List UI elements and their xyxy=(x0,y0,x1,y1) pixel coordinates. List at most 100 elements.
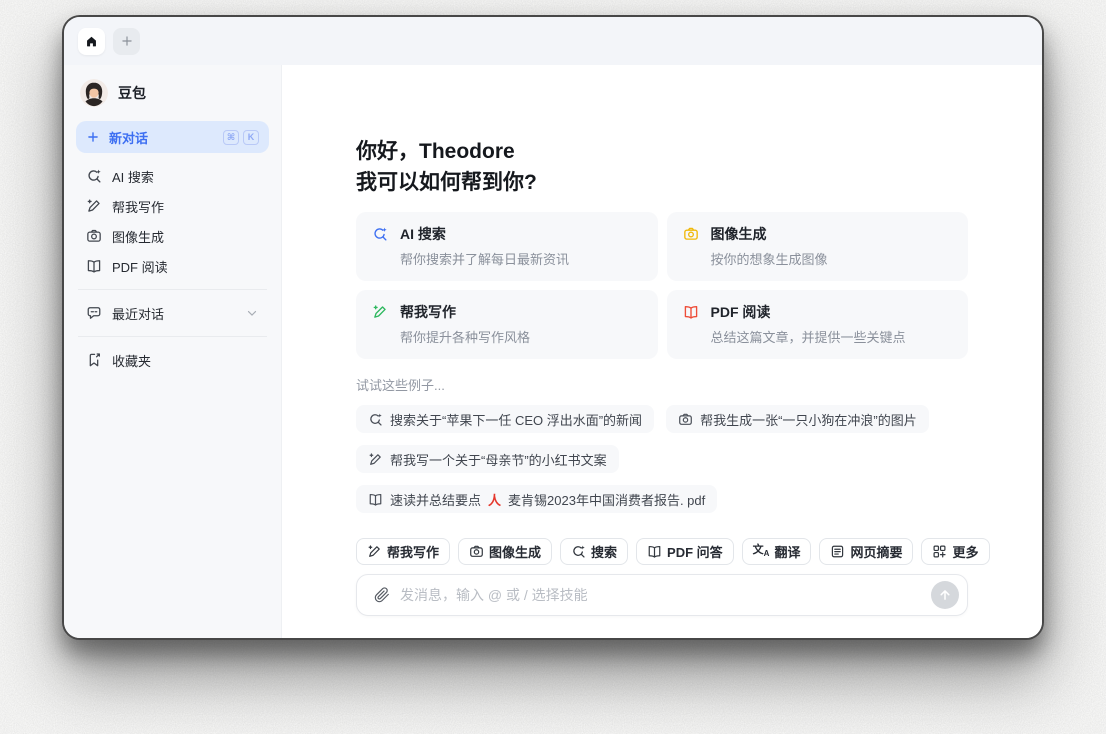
feature-card-grid: AI 搜索 帮你搜索并了解每日最新资讯 图像生成 按你的想象生成图像 帮我写作 … xyxy=(356,212,968,359)
paperclip-icon xyxy=(374,587,390,603)
pdf-read-icon xyxy=(647,544,662,559)
card-description: 帮你搜索并了解每日最新资讯 xyxy=(400,252,570,267)
sidebar-item-label: AI 搜索 xyxy=(112,169,154,185)
recent-chats-icon xyxy=(86,305,102,321)
plus-icon xyxy=(120,34,134,48)
sidebar-item-label: 最近对话 xyxy=(112,306,165,322)
greeting-line1: 你好，Theodore xyxy=(356,140,515,163)
divider xyxy=(78,336,267,337)
write-icon xyxy=(368,452,383,467)
new-tab-button[interactable] xyxy=(113,27,140,55)
example-chip-write-post[interactable]: 帮我写一个关于“母亲节”的小红书文案 xyxy=(356,445,619,473)
example-chips: 搜索关于“苹果下一任 CEO 浮出水面”的新闻 帮我生成一张“一只小狗在冲浪”的… xyxy=(356,405,968,513)
ai-search-icon xyxy=(86,168,102,184)
avatar xyxy=(80,79,108,107)
chip-attachment-name: 麦肯锡2023年中国消费者报告. pdf xyxy=(508,492,706,508)
webpage-summary-icon xyxy=(830,544,845,559)
skill-label: PDF 问答 xyxy=(667,545,723,560)
sidebar: 豆包 新对话 ⌘ K AI 搜索 帮我写作 图像生成 PDF 阅读 最近对话 收… xyxy=(64,65,282,638)
skill-label: 更多 xyxy=(952,545,979,560)
favorites-icon xyxy=(86,352,102,368)
feature-card-image-gen[interactable]: 图像生成 按你的想象生成图像 xyxy=(666,212,968,281)
sidebar-item-label: PDF 阅读 xyxy=(112,259,168,275)
new-chat-button[interactable]: 新对话 ⌘ K xyxy=(76,121,269,153)
sidebar-item-favorites[interactable]: 收藏夹 xyxy=(76,345,269,375)
arrow-up-icon xyxy=(938,588,952,602)
feature-card-write[interactable]: 帮我写作 帮你提升各种写作风格 xyxy=(356,290,658,359)
chevron-down-icon xyxy=(245,306,259,320)
greeting-line2: 我可以如何帮到你? xyxy=(356,171,537,194)
shortcut-badge: ⌘ K xyxy=(223,129,259,145)
image-gen-icon xyxy=(678,412,693,427)
chip-label: 帮我写一个关于“母亲节”的小红书文案 xyxy=(390,452,607,468)
sidebar-item-write[interactable]: 帮我写作 xyxy=(76,191,269,221)
more-icon xyxy=(932,544,947,559)
card-description: 总结这篇文章，并提供一些关键点 xyxy=(710,330,906,345)
example-chip-search-news[interactable]: 搜索关于“苹果下一任 CEO 浮出水面”的新闻 xyxy=(356,405,655,433)
pdf-read-icon xyxy=(86,258,102,274)
divider xyxy=(78,289,267,290)
example-chip-generate-image[interactable]: 帮我生成一张“一只小狗在冲浪”的图片 xyxy=(666,405,929,433)
window-tab-bar xyxy=(64,17,1042,65)
message-input-bar[interactable] xyxy=(356,574,968,616)
write-icon xyxy=(367,544,382,559)
new-chat-label: 新对话 xyxy=(109,130,149,146)
card-title: 图像生成 xyxy=(710,226,767,242)
sidebar-item-image-gen[interactable]: 图像生成 xyxy=(76,221,269,251)
skill-chip-webpage-summary[interactable]: 网页摘要 xyxy=(819,538,914,565)
chip-label: 帮我生成一张“一只小狗在冲浪”的图片 xyxy=(700,412,917,428)
composer: 帮我写作 图像生成 搜索 PDF 问答 文A 翻译 网页摘要 更多 发消息，输入… xyxy=(356,538,990,616)
k-key: K xyxy=(243,129,259,145)
skill-label: 搜索 xyxy=(591,545,618,560)
search-icon xyxy=(571,544,586,559)
examples-label: 试试这些例子... xyxy=(356,378,445,393)
chip-label: 速读并总结要点 xyxy=(390,492,482,508)
profile-button[interactable]: 豆包 xyxy=(76,75,269,121)
plus-icon xyxy=(86,130,100,144)
message-input[interactable] xyxy=(400,587,931,603)
tab-home[interactable] xyxy=(78,27,105,55)
skill-chip-write[interactable]: 帮我写作 xyxy=(356,538,451,565)
skill-toolbar: 帮我写作 图像生成 搜索 PDF 问答 文A 翻译 网页摘要 更多 xyxy=(356,538,990,565)
attach-button[interactable] xyxy=(370,583,394,607)
greeting: 你好，Theodore 我可以如何帮到你? xyxy=(356,136,968,198)
sidebar-item-recent-chats[interactable]: 最近对话 xyxy=(76,298,269,328)
skill-label: 帮我写作 xyxy=(387,545,440,560)
sidebar-item-pdf-read[interactable]: PDF 阅读 xyxy=(76,251,269,281)
chip-label: 搜索关于“苹果下一任 CEO 浮出水面”的新闻 xyxy=(390,412,643,428)
skill-chip-pdf-qa[interactable]: PDF 问答 xyxy=(636,538,734,565)
send-button[interactable] xyxy=(931,581,959,609)
pdf-read-icon xyxy=(683,304,699,320)
feature-card-pdf-read[interactable]: PDF 阅读 总结这篇文章，并提供一些关键点 xyxy=(666,290,968,359)
skill-chip-more[interactable]: 更多 xyxy=(921,538,990,565)
sidebar-item-label: 图像生成 xyxy=(112,229,165,245)
sidebar-item-ai-search[interactable]: AI 搜索 xyxy=(76,161,269,191)
image-gen-icon xyxy=(469,544,484,559)
skill-label: 网页摘要 xyxy=(850,545,903,560)
image-gen-icon xyxy=(683,226,699,242)
skill-chip-translate[interactable]: 文A 翻译 xyxy=(741,538,812,565)
main-area: 你好，Theodore 我可以如何帮到你? AI 搜索 帮你搜索并了解每日最新资… xyxy=(282,65,1042,638)
translate-icon: 文A xyxy=(752,544,770,558)
desktop-background: 豆包 新对话 ⌘ K AI 搜索 帮我写作 图像生成 PDF 阅读 最近对话 收… xyxy=(0,0,1106,734)
ai-search-icon xyxy=(372,226,388,242)
write-icon xyxy=(86,198,102,214)
search-icon xyxy=(368,412,383,427)
feature-card-ai-search[interactable]: AI 搜索 帮你搜索并了解每日最新资讯 xyxy=(356,212,658,281)
profile-name: 豆包 xyxy=(118,85,146,101)
card-description: 按你的想象生成图像 xyxy=(710,252,828,267)
skill-chip-image-gen[interactable]: 图像生成 xyxy=(458,538,553,565)
example-chip-summarize-pdf[interactable]: 速读并总结要点 人 麦肯锡2023年中国消费者报告. pdf xyxy=(356,485,718,513)
card-description: 帮你提升各种写作风格 xyxy=(400,330,531,345)
app-window: 豆包 新对话 ⌘ K AI 搜索 帮我写作 图像生成 PDF 阅读 最近对话 收… xyxy=(62,15,1044,640)
card-title: AI 搜索 xyxy=(400,226,446,242)
card-title: PDF 阅读 xyxy=(710,304,771,320)
cmd-key: ⌘ xyxy=(223,129,239,145)
sidebar-item-label: 帮我写作 xyxy=(112,199,165,215)
skill-chip-search[interactable]: 搜索 xyxy=(560,538,629,565)
skill-label: 翻译 xyxy=(774,545,801,560)
pdf-read-icon xyxy=(368,492,383,507)
skill-label: 图像生成 xyxy=(489,545,542,560)
home-icon xyxy=(85,35,98,48)
card-title: 帮我写作 xyxy=(400,304,456,320)
